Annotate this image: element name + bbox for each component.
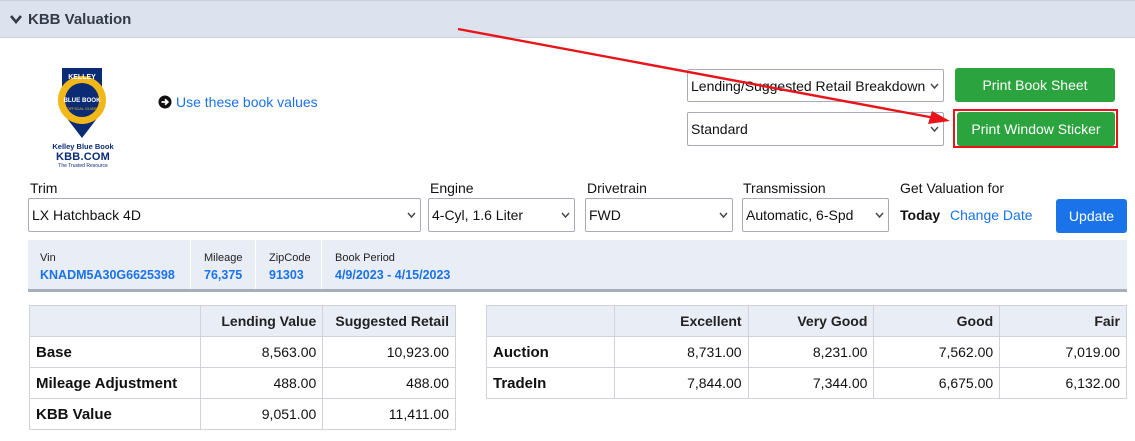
book-period-value[interactable]: 4/9/2023 - 4/15/2023 bbox=[335, 268, 450, 282]
table-row: KBB Value 9,051.00 11,411.00 bbox=[29, 398, 456, 430]
report-type-select[interactable]: Lending/Suggested Retail Breakdown bbox=[687, 69, 944, 102]
mileage-cell: Mileage 76,375 bbox=[192, 240, 256, 289]
chevron-down-icon bbox=[930, 126, 939, 133]
table-header: Fair bbox=[999, 305, 1127, 337]
engine-value: 4-Cyl, 1.6 Liter bbox=[432, 207, 524, 223]
table-cell: 10,923.00 bbox=[322, 336, 456, 368]
table-cell: 7,844.00 bbox=[613, 367, 749, 399]
drivetrain-select[interactable]: FWD bbox=[585, 198, 733, 232]
book-period-cell: Book Period 4/9/2023 - 4/15/2023 bbox=[323, 240, 483, 289]
table-header: Excellent bbox=[613, 305, 749, 337]
condition-value-table: Excellent Very Good Good Fair Auction 8,… bbox=[486, 305, 1127, 399]
trim-select[interactable]: LX Hatchback 4D bbox=[28, 198, 421, 232]
table-cell: 488.00 bbox=[322, 367, 456, 399]
print-window-sticker-button[interactable]: Print Window Sticker bbox=[957, 112, 1115, 146]
table-header-row: Lending Value Suggested Retail bbox=[29, 305, 456, 337]
report-type-value: Lending/Suggested Retail Breakdown bbox=[691, 77, 926, 94]
chevron-down-icon bbox=[407, 212, 416, 219]
change-date-link[interactable]: Change Date bbox=[950, 207, 1033, 223]
sticker-type-select[interactable]: Standard bbox=[687, 112, 944, 146]
arrow-circle-right-icon bbox=[158, 95, 172, 109]
kbb-shield-icon: KELLEY BLUE BOOK OFFICIAL GUIDE bbox=[58, 68, 106, 138]
table-row: Mileage Adjustment 488.00 488.00 bbox=[29, 367, 456, 399]
vin-label: Vin bbox=[40, 252, 56, 264]
vin-value[interactable]: KNADM5A30G6625398 bbox=[40, 268, 175, 282]
table-cell: 7,562.00 bbox=[873, 336, 1001, 368]
table-cell: 6,132.00 bbox=[999, 367, 1127, 399]
mileage-value[interactable]: 76,375 bbox=[204, 268, 242, 282]
get-valuation-label: Get Valuation for bbox=[900, 180, 1005, 196]
section-title: KBB Valuation bbox=[28, 10, 132, 28]
row-label: Mileage Adjustment bbox=[29, 367, 201, 399]
shield-mid-text: BLUE BOOK bbox=[63, 97, 101, 104]
book-period-label: Book Period bbox=[335, 252, 395, 264]
table-row: Base 8,563.00 10,923.00 bbox=[29, 336, 456, 368]
table-header: Lending Value bbox=[199, 305, 324, 337]
logo-tagline: The Trusted Resource bbox=[58, 163, 108, 169]
print-book-sheet-button[interactable]: Print Book Sheet bbox=[955, 68, 1115, 102]
zipcode-value[interactable]: 91303 bbox=[269, 268, 304, 282]
drivetrain-label: Drivetrain bbox=[587, 180, 647, 196]
valuation-date-value: Today bbox=[900, 207, 941, 223]
sticker-type-value: Standard bbox=[691, 121, 748, 137]
lending-value-table: Lending Value Suggested Retail Base 8,56… bbox=[29, 305, 456, 430]
vin-cell: Vin KNADM5A30G6625398 bbox=[28, 240, 191, 289]
use-book-values-label: Use these book values bbox=[176, 94, 318, 110]
chevron-down-icon bbox=[10, 15, 22, 25]
kbb-logo: KELLEY BLUE BOOK OFFICIAL GUIDE Kelley B… bbox=[48, 66, 118, 170]
transmission-value: Automatic, 6-Spd bbox=[746, 207, 854, 223]
table-cell: 8,731.00 bbox=[613, 336, 749, 368]
table-header: Suggested Retail bbox=[322, 305, 456, 337]
shield-top-text: KELLEY bbox=[68, 74, 96, 81]
mileage-label: Mileage bbox=[204, 252, 243, 264]
table-cell: 8,231.00 bbox=[747, 336, 875, 368]
table-cell: 6,675.00 bbox=[873, 367, 1001, 399]
trim-value: LX Hatchback 4D bbox=[32, 207, 141, 223]
table-header: Good bbox=[873, 305, 1001, 337]
table-header-row: Excellent Very Good Good Fair bbox=[486, 305, 1127, 337]
row-label: TradeIn bbox=[486, 367, 615, 399]
shield-bot-text: OFFICIAL GUIDE bbox=[67, 107, 97, 111]
table-cell: 11,411.00 bbox=[322, 398, 456, 430]
engine-select[interactable]: 4-Cyl, 1.6 Liter bbox=[428, 198, 575, 232]
transmission-label: Transmission bbox=[743, 180, 826, 196]
zipcode-label: ZipCode bbox=[269, 252, 311, 264]
table-cell: 8,563.00 bbox=[199, 336, 324, 368]
zipcode-cell: ZipCode 91303 bbox=[257, 240, 322, 289]
chevron-down-icon bbox=[930, 83, 939, 89]
table-header: Very Good bbox=[747, 305, 875, 337]
trim-label: Trim bbox=[30, 180, 58, 196]
section-header[interactable]: KBB Valuation bbox=[0, 0, 1135, 38]
table-cell: 7,344.00 bbox=[747, 367, 875, 399]
row-label: Base bbox=[29, 336, 201, 368]
drivetrain-value: FWD bbox=[589, 207, 621, 223]
update-button[interactable]: Update bbox=[1056, 199, 1127, 233]
use-book-values-link[interactable]: Use these book values bbox=[158, 94, 318, 110]
chevron-down-icon bbox=[719, 212, 728, 219]
transmission-select[interactable]: Automatic, 6-Spd bbox=[742, 198, 889, 232]
chevron-down-icon bbox=[875, 212, 884, 219]
chevron-down-icon bbox=[561, 212, 570, 219]
table-header bbox=[29, 305, 201, 337]
table-cell: 488.00 bbox=[199, 367, 324, 399]
logo-domain: KBB.COM bbox=[56, 151, 110, 163]
table-row: Auction 8,731.00 8,231.00 7,562.00 7,019… bbox=[486, 336, 1127, 368]
table-row: TradeIn 7,844.00 7,344.00 6,675.00 6,132… bbox=[486, 367, 1127, 399]
row-label: Auction bbox=[486, 336, 615, 368]
row-label: KBB Value bbox=[29, 398, 201, 430]
table-cell: 7,019.00 bbox=[999, 336, 1127, 368]
engine-label: Engine bbox=[430, 180, 474, 196]
table-header bbox=[486, 305, 615, 337]
vehicle-info-bar: Vin KNADM5A30G6625398 Mileage 76,375 Zip… bbox=[28, 240, 1127, 292]
logo-brand-line: Kelley Blue Book bbox=[52, 142, 114, 151]
table-cell: 9,051.00 bbox=[199, 398, 324, 430]
